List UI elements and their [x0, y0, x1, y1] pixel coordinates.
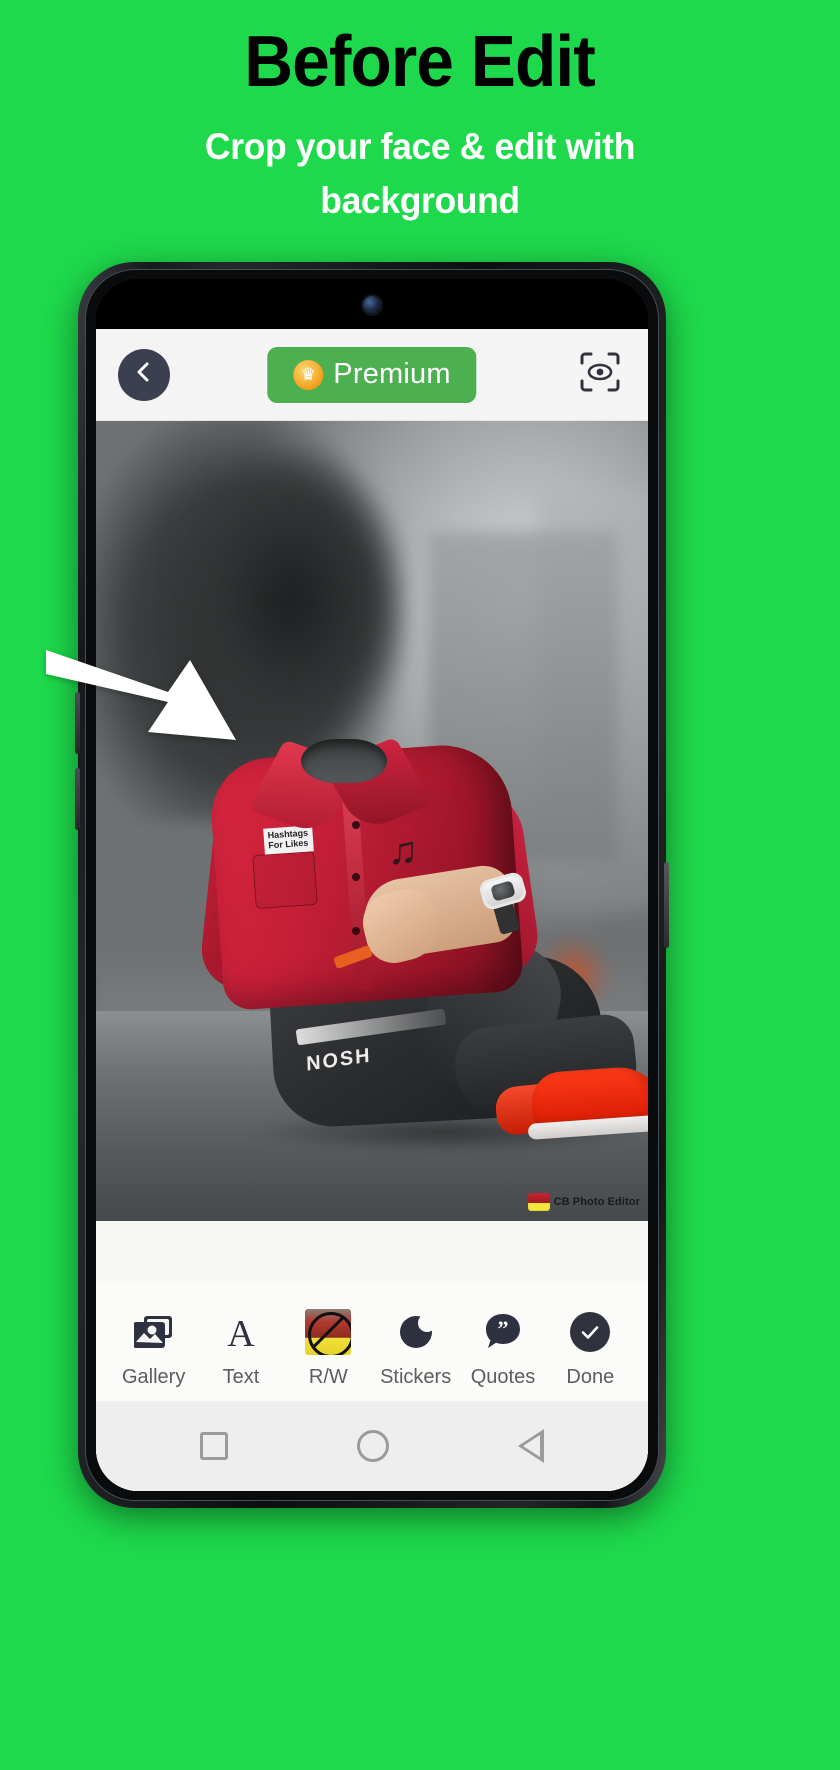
app-bar: ♛ Premium — [96, 329, 648, 421]
svg-text:A: A — [227, 1313, 255, 1351]
tool-label: Done — [566, 1366, 615, 1388]
premium-button-label: Premium — [333, 358, 451, 390]
phone-screen: ♛ Premium NOSH Hashtags For Likes ♫ CB P… — [96, 279, 648, 1491]
back-button[interactable] — [118, 348, 170, 401]
missing-head-cutout — [301, 739, 387, 783]
tool-rw[interactable]: R/W — [285, 1309, 372, 1389]
phone-mockup: ♛ Premium NOSH Hashtags For Likes ♫ CB P… — [75, 262, 669, 1508]
tool-stickers[interactable]: Stickers — [372, 1310, 459, 1389]
face-scan-button[interactable] — [574, 349, 626, 401]
promo-subtitle: Crop your face & edit with background — [204, 126, 636, 221]
cb-photo-editor-logo-icon — [527, 1193, 550, 1211]
photo-canvas[interactable]: NOSH Hashtags For Likes ♫ CB Photo Edito… — [96, 421, 648, 1221]
android-nav-bar — [96, 1401, 648, 1491]
watermark: CB Photo Editor — [527, 1193, 640, 1211]
shirt-button — [352, 873, 360, 881]
check-circle-icon — [570, 1310, 611, 1354]
gallery-icon — [133, 1310, 174, 1354]
chevron-left-icon — [132, 360, 156, 389]
quote-bubble-icon: ” — [483, 1310, 523, 1354]
app-container: ♛ Premium NOSH Hashtags For Likes ♫ CB P… — [96, 329, 648, 1491]
tool-label: Gallery — [121, 1366, 186, 1388]
front-camera-icon — [363, 296, 381, 314]
tool-done[interactable]: Done — [547, 1310, 634, 1389]
tool-text[interactable]: A Text — [197, 1310, 284, 1389]
promo-header: Before Edit Crop your face & edit with b… — [0, 0, 840, 250]
tool-gallery[interactable]: Gallery — [110, 1310, 197, 1389]
black-and-white-thumb-icon — [305, 1309, 352, 1355]
text-a-icon: A — [224, 1310, 258, 1354]
tool-label: Quotes — [470, 1366, 536, 1388]
tool-label: Stickers — [380, 1366, 452, 1388]
moon-sticker-icon — [397, 1310, 435, 1354]
crown-icon: ♛ — [293, 359, 324, 390]
face-scan-icon — [579, 351, 621, 398]
tool-label: R/W — [308, 1366, 348, 1388]
editor-panel: Gallery A Text R/W Stickers ” Quotes Don… — [96, 1221, 648, 1491]
square-icon[interactable] — [200, 1432, 229, 1460]
page-title: Before Edit — [244, 22, 597, 102]
tool-quotes[interactable]: ” Quotes — [459, 1310, 546, 1389]
triangle-back-icon[interactable] — [517, 1429, 544, 1463]
model-figure: NOSH Hashtags For Likes ♫ — [96, 421, 648, 1221]
premium-button[interactable]: ♛ Premium — [267, 346, 477, 403]
annotation-arrow-icon — [46, 650, 236, 740]
shirt-button — [352, 821, 360, 829]
shirt-button — [352, 927, 360, 935]
svg-text:”: ” — [497, 1316, 508, 1341]
power-button[interactable] — [664, 862, 669, 948]
tiktok-icon: ♫ — [387, 828, 419, 874]
volume-down-button[interactable] — [75, 768, 80, 830]
circle-icon[interactable] — [356, 1430, 389, 1462]
shirt-tag: Hashtags For Likes — [263, 825, 314, 855]
editor-toolbar: Gallery A Text R/W Stickers ” Quotes Don… — [96, 1281, 648, 1401]
shirt-tag-line2: For Likes — [267, 837, 309, 851]
tool-label: Text — [222, 1366, 260, 1388]
watermark-label: CB Photo Editor — [553, 1196, 640, 1208]
shirt-pocket — [252, 850, 318, 910]
